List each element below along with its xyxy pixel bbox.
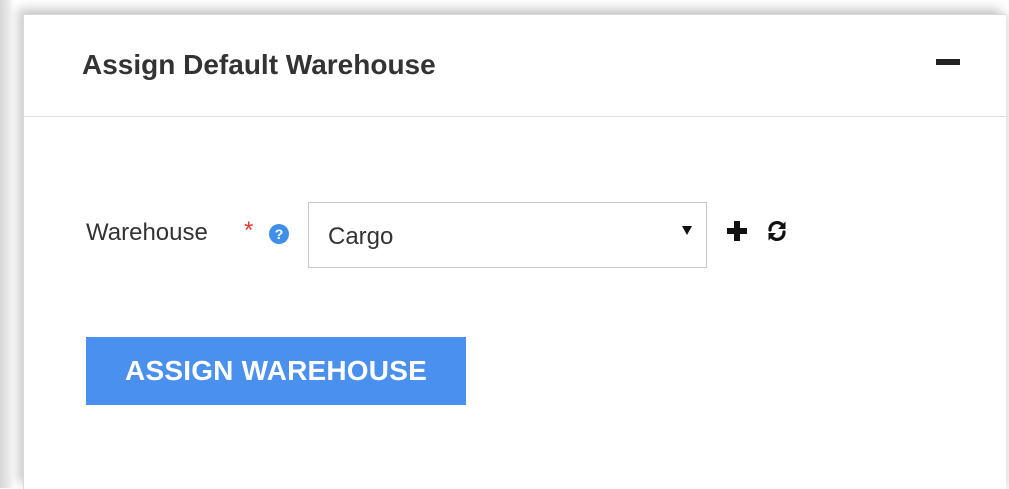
window-frame: Assign Default Warehouse Warehouse * ? C…: [0, 0, 1009, 489]
caret-down-icon: [682, 226, 692, 235]
panel-title: Assign Default Warehouse: [82, 49, 436, 80]
help-icon[interactable]: ?: [269, 224, 289, 244]
panel-header: Assign Default Warehouse: [24, 15, 1006, 117]
plus-icon[interactable]: [726, 220, 748, 242]
warehouse-label: Warehouse: [86, 219, 208, 246]
refresh-icon[interactable]: [766, 220, 788, 242]
assign-warehouse-panel: Assign Default Warehouse Warehouse * ? C…: [23, 14, 1006, 489]
minus-icon[interactable]: [936, 59, 960, 65]
warehouse-select[interactable]: Cargo: [308, 202, 707, 268]
required-marker: *: [244, 217, 254, 244]
warehouse-select-value: Cargo: [328, 223, 394, 250]
assign-warehouse-button[interactable]: ASSIGN WAREHOUSE: [86, 337, 466, 405]
